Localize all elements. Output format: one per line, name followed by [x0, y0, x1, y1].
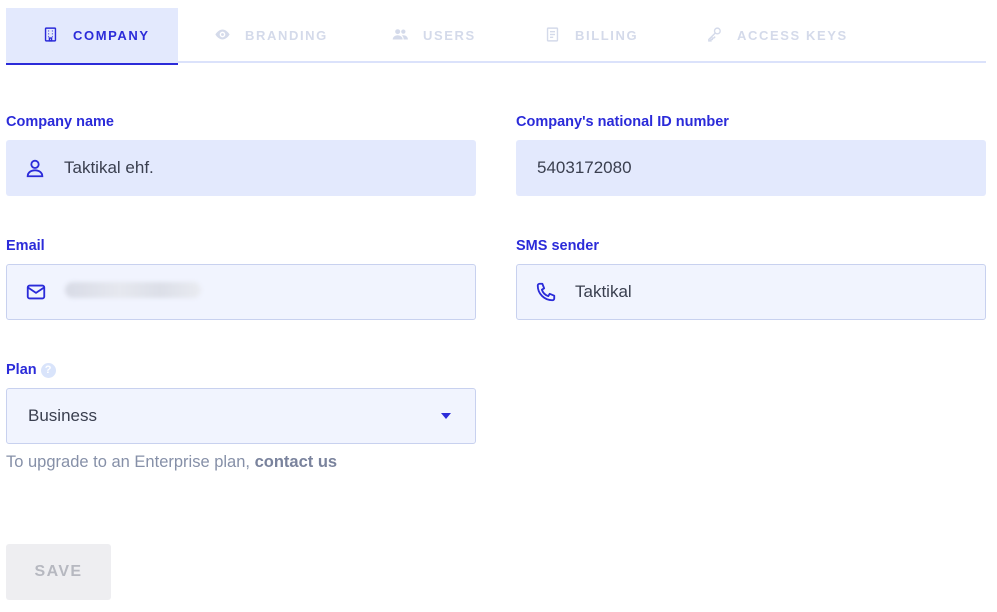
- users-icon: [392, 26, 409, 46]
- tab-branding[interactable]: BRANDING: [214, 8, 328, 63]
- tab-users-label: USERS: [423, 28, 476, 43]
- redacted-email: [65, 281, 201, 298]
- help-icon[interactable]: ?: [40, 362, 56, 378]
- plan-label-row: Plan?: [6, 362, 56, 378]
- document-icon: [544, 26, 561, 46]
- chevron-down-icon: [441, 413, 451, 419]
- key-icon: [706, 26, 723, 46]
- email-label: Email: [6, 238, 45, 254]
- company-name-field[interactable]: Taktikal ehf.: [6, 140, 476, 196]
- tab-billing[interactable]: BILLING: [544, 8, 638, 63]
- tab-users[interactable]: USERS: [392, 8, 476, 63]
- email-field[interactable]: [6, 264, 476, 320]
- building-icon: [42, 26, 59, 46]
- company-name-value: Taktikal ehf.: [64, 158, 154, 177]
- tab-company[interactable]: COMPANY: [6, 8, 178, 65]
- contact-us-link[interactable]: contact us: [255, 453, 338, 471]
- sms-sender-field[interactable]: Taktikal: [516, 264, 986, 320]
- upgrade-hint-text: To upgrade to an Enterprise plan,: [6, 453, 250, 471]
- sms-sender-value: Taktikal: [575, 282, 632, 301]
- phone-icon: [535, 281, 557, 303]
- tab-branding-label: BRANDING: [245, 28, 328, 43]
- plan-label: Plan: [6, 362, 37, 378]
- plan-select[interactable]: Business: [6, 388, 476, 444]
- person-icon: [24, 157, 46, 179]
- national-id-value: 5403172080: [537, 158, 632, 177]
- national-id-field[interactable]: 5403172080: [516, 140, 986, 196]
- settings-page: COMPANY BRANDING USERS BILLING ACCESS KE…: [0, 0, 997, 612]
- tab-company-label: COMPANY: [73, 28, 150, 43]
- email-value: [65, 281, 475, 303]
- tab-access-keys-label: ACCESS KEYS: [737, 28, 848, 43]
- mail-icon: [25, 281, 47, 303]
- upgrade-hint: To upgrade to an Enterprise plan, contac…: [6, 453, 337, 472]
- save-button[interactable]: SAVE: [6, 544, 111, 600]
- tab-bar: COMPANY BRANDING USERS BILLING ACCESS KE…: [6, 8, 986, 65]
- company-name-label: Company name: [6, 114, 114, 130]
- national-id-label: Company's national ID number: [516, 114, 729, 130]
- tab-access-keys[interactable]: ACCESS KEYS: [706, 8, 848, 63]
- plan-value: Business: [28, 406, 97, 425]
- tab-billing-label: BILLING: [575, 28, 639, 43]
- sms-sender-label: SMS sender: [516, 238, 599, 254]
- eye-icon: [214, 26, 231, 46]
